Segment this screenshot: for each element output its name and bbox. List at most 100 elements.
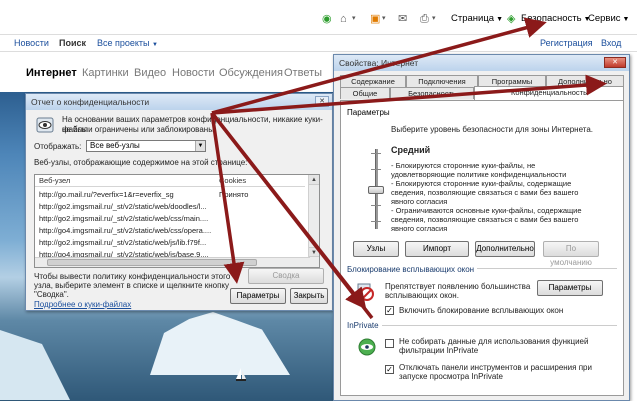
popup-description-line: всплывающих окон. <box>385 291 459 300</box>
chevron-down-icon: ▼ <box>496 16 503 23</box>
scroll-up-icon[interactable]: ▲ <box>309 175 319 185</box>
tab-content[interactable]: Содержание <box>340 75 406 87</box>
slider-tick <box>371 169 381 170</box>
privacy-level-slider-thumb[interactable] <box>368 186 384 194</box>
section-divider <box>347 325 617 326</box>
print-dropdown-icon[interactable]: ▾ <box>432 13 436 25</box>
search-tab-internet[interactable]: Интернет <box>26 67 77 79</box>
search-tab-news[interactable]: Новости <box>172 67 215 79</box>
privacy-dialog-title: Отчет о конфиденциальности <box>26 94 332 110</box>
popup-enable-checkbox[interactable]: ✓ <box>385 306 394 315</box>
show-filter-select[interactable]: Все веб-узлы ▼ <box>86 140 206 152</box>
show-label: Отображать: <box>34 142 82 151</box>
privacy-eye-icon <box>36 117 54 133</box>
zone-instruction-text: Выберите уровень безопасности для зоны И… <box>391 125 594 134</box>
tab-privacy[interactable]: Конфиденциальность <box>474 86 624 100</box>
print-icon[interactable]: ⎙ <box>420 13 429 25</box>
slider-tick <box>371 221 381 222</box>
nav-all-projects-link[interactable]: Все проекты ▼ <box>97 38 158 48</box>
inprivate-filter-checkbox[interactable] <box>385 339 394 348</box>
row-url: http://go2.imgsmail.ru/_st/v2/static/web… <box>39 202 207 211</box>
cookie-info-link[interactable]: Подробнее о куки-файлах <box>34 300 131 310</box>
page-menu-label: Страница <box>451 13 495 24</box>
list-vertical-scrollbar[interactable]: ▲ ▼ <box>308 175 319 267</box>
show-filter-value: Все веб-узлы <box>90 141 140 150</box>
search-tab-discussions[interactable]: Обсуждения <box>219 67 283 79</box>
tab-general[interactable]: Общие <box>340 87 390 99</box>
default-button[interactable]: По умолчанию <box>543 241 599 267</box>
list-item[interactable]: http://go.mail.ru/?everfix=1&r=everfix_s… <box>39 189 301 200</box>
popup-blocker-title: Блокирование всплывающих окон <box>347 265 478 274</box>
summary-button[interactable]: Сводка <box>248 268 324 284</box>
search-tab-answers[interactable]: Ответы <box>284 67 322 79</box>
inprivate-toolbars-checkbox[interactable]: ✓ <box>385 365 394 374</box>
chevron-down-icon: ▼ <box>195 141 205 151</box>
home-icon[interactable]: ⌂ <box>340 13 347 25</box>
list-item[interactable]: http://go4.imgsmail.ru/_st/v2/static/web… <box>39 225 301 236</box>
rss-feed-icon[interactable]: ▣ <box>370 13 380 25</box>
privacy-params-button[interactable]: Параметры <box>230 288 286 304</box>
mail-icon[interactable]: ✉ <box>398 13 407 25</box>
row-cookie-status: Принято <box>219 190 249 199</box>
sailboat-icon <box>236 368 246 381</box>
advanced-button[interactable]: Дополнительно <box>475 241 535 257</box>
list-header: Веб-узел Cookies <box>35 175 305 187</box>
list-item[interactable]: http://go2.imgsmail.ru/_st/v2/static/web… <box>39 237 301 248</box>
privacy-close-button[interactable]: Закрыть <box>290 288 328 304</box>
inprivate-option-line: запуске просмотра InPrivate <box>399 372 503 381</box>
privacy-info-line2: не были ограничены или заблокированы. <box>62 125 217 134</box>
privacy-tab-panel: Параметры Выберите уровень безопасности … <box>340 100 624 396</box>
privacy-level-name: Средний <box>391 145 431 155</box>
security-shield-icon: ◈ <box>507 13 516 25</box>
inprivate-icon <box>358 338 376 356</box>
params-section-title: Параметры <box>347 108 390 117</box>
search-tab-images[interactable]: Картинки <box>82 67 129 79</box>
popup-enable-label: Включить блокирование всплывающих окон <box>399 306 564 315</box>
slider-tick <box>371 153 381 154</box>
close-icon[interactable]: ✕ <box>315 96 329 107</box>
import-button[interactable]: Импорт <box>405 241 469 257</box>
search-tabs: Интернет Картинки Видео Новости Обсужден… <box>0 60 330 86</box>
rss-dropdown-icon[interactable]: ▾ <box>382 13 386 25</box>
scrollbar-thumb[interactable] <box>47 259 257 266</box>
security-menu[interactable]: Безопасность ▼ <box>521 13 591 26</box>
close-icon[interactable]: ✕ <box>604 57 626 68</box>
scroll-down-icon[interactable]: ▼ <box>309 247 319 257</box>
options-dialog-title: Свойства: Интернет <box>334 55 629 71</box>
tab-security[interactable]: Безопасность <box>390 87 474 99</box>
home-dropdown-icon[interactable]: ▾ <box>352 13 356 25</box>
col-cookies-header[interactable]: Cookies <box>219 176 246 185</box>
nav-all-projects-label: Все проекты <box>97 38 150 48</box>
col-site-header[interactable]: Веб-узел <box>39 176 70 185</box>
search-tab-video[interactable]: Видео <box>134 67 166 79</box>
site-list[interactable]: Веб-узел Cookies http://go.mail.ru/?ever… <box>34 174 320 268</box>
feeds-status-icon[interactable]: ◉ <box>322 13 332 25</box>
slider-tick <box>371 205 381 206</box>
nav-news-link[interactable]: Новости <box>14 38 49 48</box>
iceberg-shape <box>150 312 290 375</box>
row-url: http://go4.imgsmail.ru/_st/v2/static/web… <box>39 226 212 235</box>
privacy-hint-line3: "Сводка". <box>34 290 69 299</box>
popup-params-button[interactable]: Параметры <box>537 280 603 296</box>
browser-command-bar: ◉ ⌂ ▾ ▣ ▾ ✉ ⎙ ▾ Страница ▼ ◈ Безопасность… <box>0 0 637 34</box>
nav-register-link[interactable]: Регистрация <box>540 38 593 48</box>
tab-connections[interactable]: Подключения <box>406 75 478 87</box>
internet-options-dialog: Свойства: Интернет ✕ Содержание Подключе… <box>333 54 630 401</box>
list-item[interactable]: http://go2.imgsmail.ru/_st/v2/static/web… <box>39 213 301 224</box>
popup-blocked-icon <box>357 283 374 301</box>
privacy-report-dialog: Отчет о конфиденциальности ✕ На основани… <box>25 93 333 311</box>
nav-login-link[interactable]: Вход <box>601 38 621 48</box>
level-description-line: явного согласия <box>391 224 448 233</box>
nav-search-link[interactable]: Поиск <box>59 38 86 48</box>
inprivate-title: InPrivate <box>347 321 382 330</box>
sites-button[interactable]: Узлы <box>353 241 399 257</box>
list-caption: Веб-узлы, отображающие содержимое на это… <box>34 158 248 167</box>
chevron-down-icon: ▼ <box>152 42 158 48</box>
list-horizontal-scrollbar[interactable] <box>35 257 310 267</box>
list-item[interactable]: http://go2.imgsmail.ru/_st/v2/static/web… <box>39 201 301 212</box>
service-menu-label: Сервис <box>588 13 621 24</box>
service-menu[interactable]: Сервис ▼ <box>588 13 629 26</box>
site-navigation: Новости Поиск Все проекты ▼ Регистрация … <box>0 34 637 52</box>
security-menu-label: Безопасность <box>521 13 582 24</box>
page-menu[interactable]: Страница ▼ <box>451 13 503 26</box>
